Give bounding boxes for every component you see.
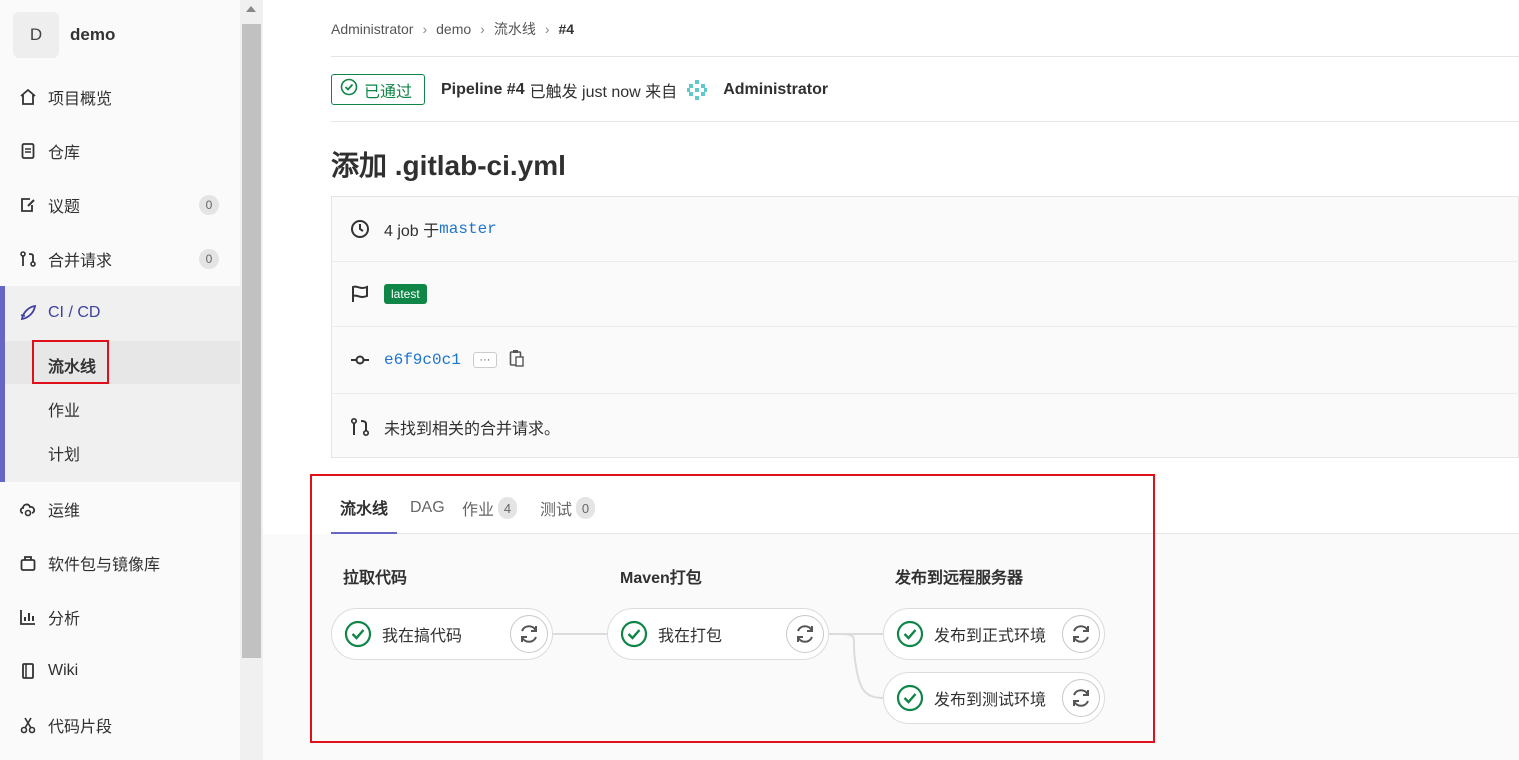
sidebar-scrollbar[interactable]: [240, 0, 263, 760]
sidebar-item-label: 运维: [48, 503, 81, 520]
project-name: demo: [70, 25, 116, 44]
issues-count-badge: 0: [199, 195, 219, 215]
sidebar-item-packages[interactable]: 软件包与镜像库: [0, 536, 240, 590]
sidebar-item-label: 议题: [48, 199, 81, 216]
sidebar-item-overview[interactable]: 项目概览: [0, 70, 240, 124]
home-icon: [19, 88, 37, 106]
merge-request-icon: [19, 250, 37, 268]
sidebar-item-analytics[interactable]: 分析: [0, 590, 240, 644]
sidebar-item-cicd[interactable]: CI / CD: [0, 286, 240, 340]
sidebar-item-issues[interactable]: 议题 0: [0, 178, 240, 232]
project-avatar: D: [13, 12, 59, 58]
sidebar-item-merge-requests[interactable]: 合并请求 0: [0, 232, 240, 286]
cloud-gear-icon: [19, 500, 37, 518]
sidebar-item-label: 代码片段: [48, 719, 113, 736]
sidebar-subitem-jobs[interactable]: 作业: [48, 397, 80, 421]
sidebar-item-label: 项目概览: [48, 91, 113, 108]
sidebar-item-label: CI / CD: [48, 304, 101, 321]
sidebar-item-operations[interactable]: 运维: [0, 482, 240, 536]
package-icon: [19, 554, 37, 572]
book-icon: [19, 662, 37, 680]
sidebar-item-label: 合并请求: [48, 253, 113, 270]
project-header[interactable]: D demo: [13, 12, 115, 58]
sidebar-item-label: Wiki: [48, 662, 79, 679]
sidebar-item-label: 分析: [48, 611, 81, 628]
scroll-thumb[interactable]: [242, 24, 261, 658]
chart-icon: [19, 608, 37, 626]
issues-icon: [19, 196, 37, 214]
scissors-icon: [19, 716, 37, 734]
sidebar-item-repository[interactable]: 仓库: [0, 124, 240, 178]
document-icon: [19, 142, 37, 160]
scroll-up-arrow-icon[interactable]: [246, 6, 256, 12]
sidebar-item-label: 仓库: [48, 145, 81, 162]
sidebar-item-wiki[interactable]: Wiki: [0, 644, 240, 698]
rocket-icon: [19, 304, 37, 322]
merge-requests-count-badge: 0: [199, 249, 219, 269]
sidebar: D demo 项目概览 仓库 议题 0 合并请求 0 CI / CD 流水线 作…: [0, 0, 240, 760]
highlight-box-pipeline-graph: [310, 474, 1155, 743]
sidebar-subitem-schedules[interactable]: 计划: [48, 441, 80, 465]
highlight-box-pipelines: [32, 340, 109, 384]
sidebar-item-snippets[interactable]: 代码片段: [0, 698, 240, 752]
sidebar-item-label: 软件包与镜像库: [48, 557, 161, 574]
